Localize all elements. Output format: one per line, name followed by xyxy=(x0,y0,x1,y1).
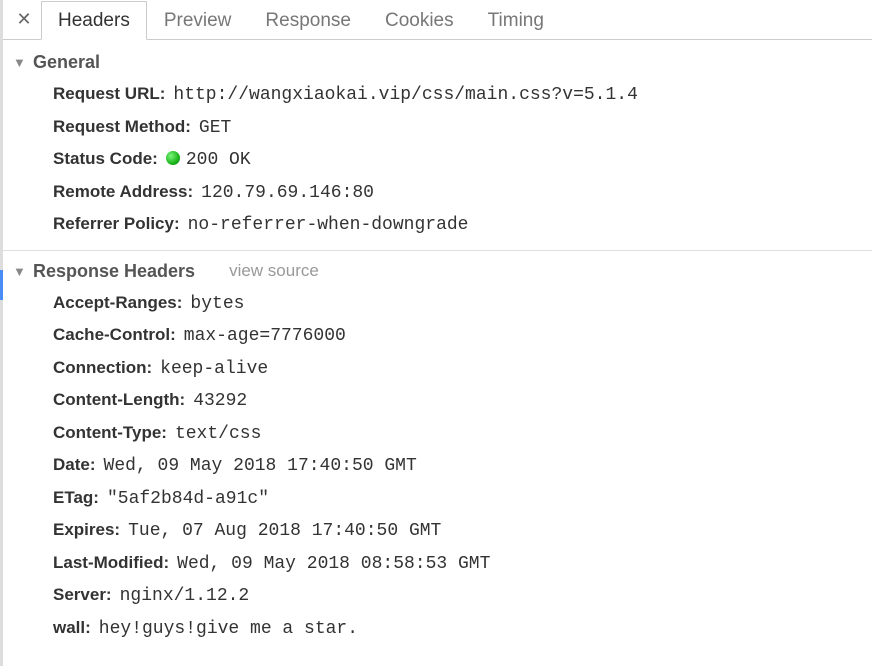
close-icon: ✕ xyxy=(16,9,31,30)
section-general-toggle[interactable]: ▼ General xyxy=(13,52,862,73)
row-content-type: Content-Type: text/css xyxy=(53,418,862,451)
value-date: Wed, 09 May 2018 17:40:50 GMT xyxy=(104,451,417,483)
value-accept-ranges: bytes xyxy=(190,289,244,321)
label-last-modified: Last-Modified: xyxy=(53,548,169,578)
row-etag: ETag: "5af2b84d-a91c" xyxy=(53,483,862,516)
value-last-modified: Wed, 09 May 2018 08:58:53 GMT xyxy=(177,549,490,581)
row-cache-control: Cache-Control: max-age=7776000 xyxy=(53,320,862,353)
label-expires: Expires: xyxy=(53,515,120,545)
value-content-type: text/css xyxy=(175,419,261,451)
disclosure-triangle-icon: ▼ xyxy=(13,55,27,70)
row-status-code: Status Code: 200 OK xyxy=(53,144,862,177)
view-source-link[interactable]: view source xyxy=(229,261,319,281)
section-response-headers: ▼ Response Headers view source Accept-Ra… xyxy=(3,250,872,654)
row-accept-ranges: Accept-Ranges: bytes xyxy=(53,288,862,321)
section-general: ▼ General Request URL: http://wangxiaoka… xyxy=(3,48,872,250)
general-list: Request URL: http://wangxiaokai.vip/css/… xyxy=(13,79,862,242)
row-date: Date: Wed, 09 May 2018 17:40:50 GMT xyxy=(53,450,862,483)
selection-edge-marker xyxy=(0,270,3,300)
tab-timing-label: Timing xyxy=(488,10,544,32)
value-remote-address: 120.79.69.146:80 xyxy=(201,178,374,210)
row-content-length: Content-Length: 43292 xyxy=(53,385,862,418)
label-wall: wall: xyxy=(53,613,91,643)
label-status-code: Status Code: xyxy=(53,144,158,174)
tab-cookies-label: Cookies xyxy=(385,10,454,32)
label-request-url: Request URL: xyxy=(53,79,165,109)
row-remote-address: Remote Address: 120.79.69.146:80 xyxy=(53,177,862,210)
tab-bar: ✕ Headers Preview Response Cookies Timin… xyxy=(3,0,872,40)
tab-preview[interactable]: Preview xyxy=(147,1,249,40)
section-response-headers-toggle[interactable]: ▼ Response Headers view source xyxy=(13,261,862,282)
headers-content[interactable]: ▼ General Request URL: http://wangxiaoka… xyxy=(3,40,872,666)
label-date: Date: xyxy=(53,450,96,480)
value-connection: keep-alive xyxy=(160,354,268,386)
value-content-length: 43292 xyxy=(193,386,247,418)
tab-headers[interactable]: Headers xyxy=(41,1,147,40)
row-request-method: Request Method: GET xyxy=(53,112,862,145)
label-remote-address: Remote Address: xyxy=(53,177,193,207)
value-server: nginx/1.12.2 xyxy=(120,581,250,613)
disclosure-triangle-icon: ▼ xyxy=(13,264,27,279)
value-referrer-policy: no-referrer-when-downgrade xyxy=(188,210,469,242)
row-connection: Connection: keep-alive xyxy=(53,353,862,386)
label-etag: ETag: xyxy=(53,483,99,513)
row-referrer-policy: Referrer Policy: no-referrer-when-downgr… xyxy=(53,209,862,242)
tab-headers-label: Headers xyxy=(58,10,130,32)
row-request-url: Request URL: http://wangxiaokai.vip/css/… xyxy=(53,79,862,112)
response-headers-list: Accept-Ranges: bytes Cache-Control: max-… xyxy=(13,288,862,646)
value-expires: Tue, 07 Aug 2018 17:40:50 GMT xyxy=(128,516,441,548)
label-server: Server: xyxy=(53,580,112,610)
row-last-modified: Last-Modified: Wed, 09 May 2018 08:58:53… xyxy=(53,548,862,581)
label-content-type: Content-Type: xyxy=(53,418,167,448)
section-response-headers-title: Response Headers xyxy=(33,261,195,282)
value-cache-control: max-age=7776000 xyxy=(184,321,346,353)
row-wall: wall: hey!guys!give me a star. xyxy=(53,613,862,646)
row-expires: Expires: Tue, 07 Aug 2018 17:40:50 GMT xyxy=(53,515,862,548)
value-request-url: http://wangxiaokai.vip/css/main.css?v=5.… xyxy=(173,80,637,112)
label-cache-control: Cache-Control: xyxy=(53,320,176,350)
status-dot-icon xyxy=(166,151,180,165)
close-panel-button[interactable]: ✕ xyxy=(7,0,41,39)
label-content-length: Content-Length: xyxy=(53,385,185,415)
tab-cookies[interactable]: Cookies xyxy=(368,1,471,40)
label-connection: Connection: xyxy=(53,353,152,383)
label-request-method: Request Method: xyxy=(53,112,191,142)
label-referrer-policy: Referrer Policy: xyxy=(53,209,180,239)
value-status-code: 200 OK xyxy=(166,145,251,177)
value-request-method: GET xyxy=(199,113,231,145)
value-etag: "5af2b84d-a91c" xyxy=(107,484,269,516)
tab-response[interactable]: Response xyxy=(248,1,368,40)
tab-response-label: Response xyxy=(265,10,351,32)
section-general-title: General xyxy=(33,52,100,73)
network-details-panel: ✕ Headers Preview Response Cookies Timin… xyxy=(0,0,872,666)
value-wall: hey!guys!give me a star. xyxy=(99,614,358,646)
tab-preview-label: Preview xyxy=(164,10,232,32)
tab-timing[interactable]: Timing xyxy=(471,1,561,40)
label-accept-ranges: Accept-Ranges: xyxy=(53,288,182,318)
value-status-code-text: 200 OK xyxy=(186,150,251,170)
row-server: Server: nginx/1.12.2 xyxy=(53,580,862,613)
